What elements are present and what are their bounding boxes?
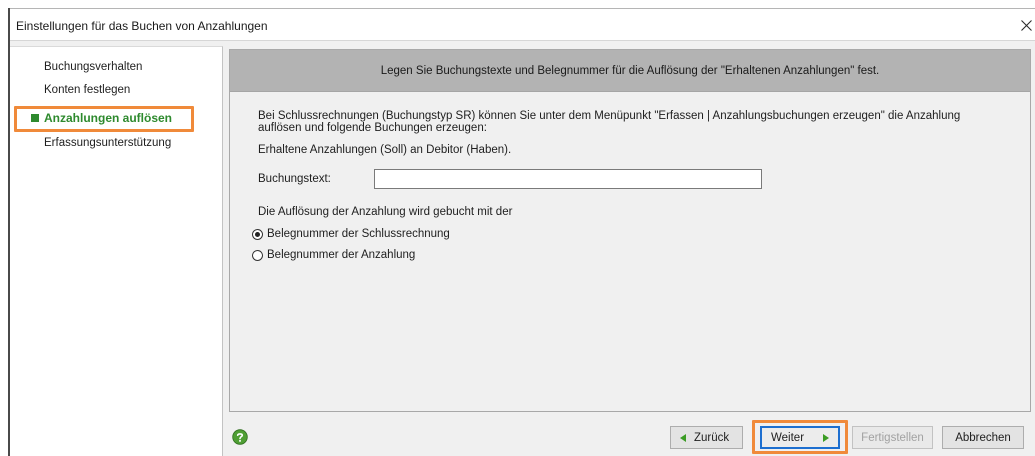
title-bar[interactable]: Einstellungen für das Buchen von Anzahlu… (10, 9, 1035, 41)
step-label: Konten festlegen (44, 84, 131, 96)
radio-belegnummer-anzahlung[interactable]: Belegnummer der Anzahlung (252, 248, 415, 262)
main-panel: Legen Sie Buchungstexte und Belegnummer … (229, 49, 1031, 412)
window-title: Einstellungen für das Buchen von Anzahlu… (16, 19, 268, 33)
help-icon[interactable] (232, 429, 248, 445)
radio-button[interactable] (252, 249, 263, 261)
finish-button-label: Fertigstellen (861, 431, 924, 444)
page-header-text: Legen Sie Buchungstexte und Belegnummer … (380, 65, 880, 77)
intro-text-line: auflösen und folgende Buchungen erzeugen… (258, 122, 487, 134)
wizard-dialog: Einstellungen für das Buchen von Anzahlu… (0, 0, 1035, 456)
cancel-button[interactable]: Abbrechen (942, 426, 1024, 449)
triangle-left-icon (680, 433, 686, 442)
close-icon[interactable] (1021, 20, 1032, 31)
step-label: Erfassungsunterstützung (44, 137, 172, 149)
posting-rule-text: Erhaltene Anzahlungen (Soll) an Debitor … (258, 144, 512, 156)
intro-text-line: Bei Schlussrechnungen (Buchungstyp SR) k… (258, 110, 961, 122)
finish-button[interactable]: Fertigstellen (852, 426, 933, 449)
buchungstext-input[interactable] (374, 169, 762, 189)
highlight-frame-next-button (752, 420, 848, 454)
radio-label: Belegnummer der Schlussrechnung (267, 228, 450, 240)
highlight-frame-active-step (14, 106, 194, 132)
cancel-button-label: Abbrechen (955, 431, 1011, 444)
step-item-konten-festlegen[interactable]: Konten festlegen (44, 82, 130, 98)
page-header: Legen Sie Buchungstexte und Belegnummer … (230, 50, 1030, 92)
back-button[interactable]: Zurück (670, 426, 743, 449)
buchungstext-label: Buchungstext: (258, 173, 331, 185)
radio-belegnummer-schlussrechnung[interactable]: Belegnummer der Schlussrechnung (252, 227, 450, 241)
radio-label: Belegnummer der Anzahlung (267, 249, 416, 261)
step-item-buchungsverhalten[interactable]: Buchungsverhalten (44, 59, 142, 75)
back-button-label: Zurück (694, 431, 730, 444)
radio-button[interactable] (252, 228, 263, 240)
step-item-erfassungsunterstuetzung[interactable]: Erfassungsunterstützung (44, 135, 171, 151)
numbering-group-label: Die Auflösung der Anzahlung wird gebucht… (258, 206, 513, 218)
step-label: Buchungsverhalten (44, 61, 143, 73)
